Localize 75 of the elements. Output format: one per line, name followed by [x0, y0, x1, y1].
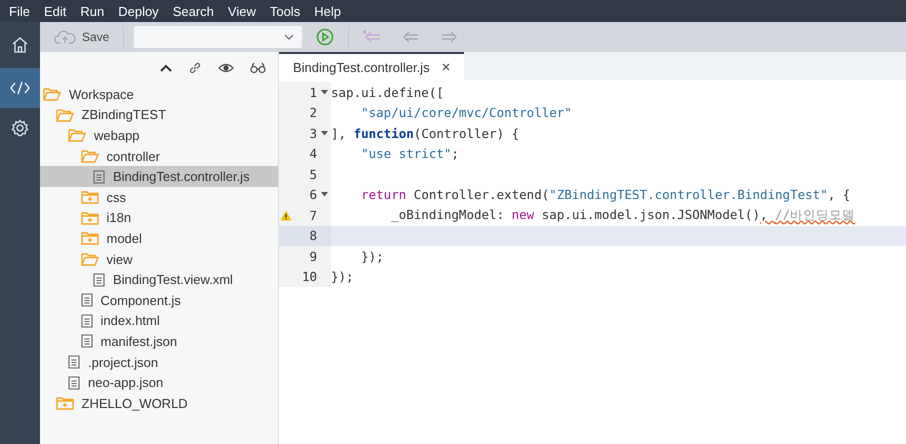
tree-item[interactable]: view	[40, 248, 278, 270]
eye-icon[interactable]	[218, 63, 234, 73]
close-icon[interactable]: ×	[442, 58, 450, 76]
code-line: });	[331, 269, 354, 284]
open-folder-icon	[80, 252, 98, 266]
menu-item[interactable]: Edit	[38, 4, 76, 18]
tree-item[interactable]: index.html	[40, 310, 278, 332]
code-line: return Controller.extend("ZBindingTEST.controller.BindingTest", {	[360, 187, 850, 202]
editor-tab[interactable]: BindingTest.controller.js ×	[279, 52, 464, 80]
open-folder-icon	[68, 128, 86, 142]
tree-item[interactable]: BindingTest.controller.js	[40, 166, 278, 187]
rail-button[interactable]	[0, 68, 40, 108]
code-line: "use strict";	[360, 146, 459, 162]
menu-item[interactable]: Tools	[264, 4, 310, 18]
tab-title: BindingTest.controller.js	[293, 60, 430, 74]
tree-item[interactable]: css	[40, 186, 278, 208]
file-icon	[80, 314, 92, 328]
file-icon	[68, 355, 80, 370]
line-number: 8	[308, 228, 317, 244]
line-number: 6	[308, 187, 317, 202]
tree-item[interactable]: manifest.json	[40, 331, 278, 352]
line-number: 4	[308, 146, 317, 162]
line-number: 9	[308, 248, 317, 264]
tree-item[interactable]: Component.js	[40, 290, 278, 311]
tree-item[interactable]: ZHELLO_WORLD	[40, 392, 278, 414]
tree-item[interactable]: Workspace	[40, 84, 278, 105]
tree-item[interactable]: controller	[40, 146, 278, 166]
tree-item[interactable]: .project.json	[40, 352, 278, 372]
fold-icon[interactable]	[320, 192, 328, 198]
link-icon[interactable]	[188, 61, 202, 75]
code-line: sap.ui.define([	[331, 84, 444, 100]
open-folder-icon	[56, 108, 74, 122]
menu-item[interactable]: File	[4, 4, 39, 18]
code-icon	[10, 81, 30, 95]
folder-icon	[80, 190, 98, 204]
line-number: 7	[308, 208, 317, 223]
collapse-icon[interactable]	[160, 64, 172, 72]
file-icon	[93, 272, 105, 287]
code-line: ], function(Controller) {	[331, 126, 520, 141]
file-icon	[93, 170, 105, 184]
fold-icon[interactable]	[320, 90, 328, 95]
folder-icon	[80, 210, 98, 225]
tree-item[interactable]: webapp	[40, 125, 278, 146]
line-number: 5	[308, 166, 317, 182]
file-icon	[80, 293, 92, 308]
code-line: _oBindingModel: new sap.ui.model.json.JSONModel(), //바인딩모델	[390, 206, 856, 222]
tree-item[interactable]: ZBindingTEST	[40, 104, 278, 126]
menu-item[interactable]: View	[222, 4, 265, 18]
line-number: 2	[308, 105, 317, 120]
menu-item[interactable]: Run	[75, 4, 114, 18]
settings-icon	[11, 119, 29, 137]
fold-icon[interactable]	[320, 130, 328, 136]
tree-item[interactable]: BindingTest.view.xml	[40, 269, 278, 290]
line-number: 10	[300, 269, 317, 284]
cloud-upload-icon	[54, 30, 76, 44]
folder-icon	[56, 396, 74, 410]
file-icon	[80, 334, 92, 348]
code-line: });	[360, 248, 384, 264]
glasses-icon[interactable]	[250, 62, 266, 74]
tree-item[interactable]: model	[40, 228, 278, 249]
code-line: "sap/ui/core/mvc/Controller"	[360, 105, 572, 120]
line-number: 1	[308, 84, 317, 100]
open-folder-icon	[80, 149, 98, 164]
tree-item[interactable]: neo-app.json	[40, 372, 278, 393]
menu-item[interactable]: Deploy	[113, 4, 168, 18]
caret-icon	[284, 34, 294, 40]
home-icon	[11, 36, 29, 54]
line-number: 3	[308, 126, 317, 141]
folder-icon	[80, 231, 98, 246]
menu-item[interactable]: Help	[309, 4, 350, 18]
menu-item[interactable]: Search	[168, 4, 223, 18]
file-icon	[68, 376, 80, 390]
open-folder-icon	[43, 87, 61, 102]
tree-item[interactable]: i18n	[40, 208, 278, 228]
save-button[interactable]: Save	[50, 28, 114, 46]
